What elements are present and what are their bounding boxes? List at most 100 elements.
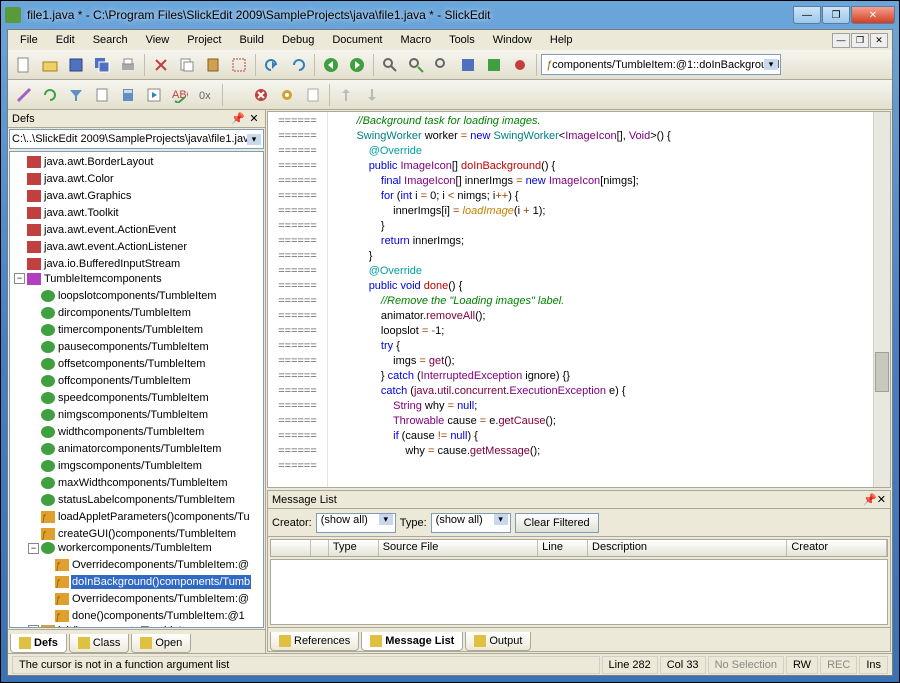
cut-icon[interactable] <box>149 53 173 77</box>
tree-method[interactable]: createGUI()components/TumbleItem <box>28 527 237 541</box>
tree-import[interactable]: java.awt.BorderLayout <box>14 155 154 169</box>
menu-project[interactable]: Project <box>179 32 229 48</box>
left-tab-class[interactable]: Class <box>69 634 130 653</box>
titlebar[interactable]: file1.java * - C:\Program Files\SlickEdi… <box>1 1 899 29</box>
menu-edit[interactable]: Edit <box>48 32 83 48</box>
tree-worker-child[interactable]: doInBackground()components/Tumb <box>42 575 251 589</box>
forward-icon[interactable] <box>345 53 369 77</box>
menu-tools[interactable]: Tools <box>441 32 483 48</box>
redo-icon[interactable] <box>286 53 310 77</box>
pin-icon[interactable]: 📌 <box>231 112 245 126</box>
minimize-button[interactable]: — <box>793 6 821 24</box>
replace-icon[interactable] <box>430 53 454 77</box>
tree-field[interactable]: statusLabelcomponents/TumbleItem <box>28 493 236 507</box>
msg-col-line[interactable]: Line <box>538 540 588 556</box>
code-editor[interactable]: ========================================… <box>267 111 891 488</box>
menu-macro[interactable]: Macro <box>393 32 440 48</box>
refresh-icon[interactable] <box>38 83 62 107</box>
wizard-icon[interactable] <box>12 83 36 107</box>
bottom-tab-message-list[interactable]: Message List <box>361 632 463 651</box>
left-tab-defs[interactable]: Defs <box>10 634 67 653</box>
editor-code[interactable]: //Background task for loading images. Sw… <box>328 112 873 487</box>
tree-class[interactable]: −TumbleItemcomponents <box>14 272 163 286</box>
paste-icon[interactable] <box>201 53 225 77</box>
spellcheck-icon[interactable]: ABC <box>168 83 192 107</box>
delete-icon[interactable] <box>249 83 273 107</box>
tree-field[interactable]: maxWidthcomponents/TumbleItem <box>28 476 229 490</box>
close-pane-icon[interactable]: ✕ <box>877 493 886 506</box>
tree-worker-child[interactable]: Overridecomponents/TumbleItem:@ <box>42 592 250 606</box>
menu-search[interactable]: Search <box>85 32 136 48</box>
doc-icon[interactable] <box>90 83 114 107</box>
msg-col-source file[interactable]: Source File <box>379 540 538 556</box>
mdi-minimize-button[interactable]: — <box>832 33 850 48</box>
mdi-close-button[interactable]: ✕ <box>870 33 888 48</box>
left-tab-open[interactable]: Open <box>131 634 191 653</box>
msg-col-blank[interactable] <box>271 540 311 556</box>
menu-debug[interactable]: Debug <box>274 32 322 48</box>
clear-filtered-button[interactable]: Clear Filtered <box>515 513 599 533</box>
menu-build[interactable]: Build <box>231 32 271 48</box>
defs-pane-title[interactable]: Defs 📌 ✕ <box>8 110 265 128</box>
msg-col-description[interactable]: Description <box>588 540 787 556</box>
doc2-icon[interactable] <box>301 83 325 107</box>
tree-import[interactable]: java.awt.event.ActionListener <box>14 240 188 254</box>
menu-file[interactable]: File <box>12 32 46 48</box>
menu-document[interactable]: Document <box>324 32 390 48</box>
hex-icon[interactable]: 0x <box>194 83 218 107</box>
commit-icon[interactable] <box>334 83 358 107</box>
tree-field[interactable]: nimgscomponents/TumbleItem <box>28 408 209 422</box>
scrollbar-thumb[interactable] <box>875 352 889 392</box>
type-select[interactable]: (show all) <box>431 513 511 533</box>
tree-field[interactable]: widthcomponents/TumbleItem <box>28 425 205 439</box>
msg-col-blank[interactable] <box>311 540 329 556</box>
calculator-icon[interactable] <box>116 83 140 107</box>
msg-col-creator[interactable]: Creator <box>787 540 887 556</box>
tree-worker-child[interactable]: done()components/TumbleItem:@1 <box>42 609 246 623</box>
tree-field[interactable]: timercomponents/TumbleItem <box>28 323 204 337</box>
select-all-icon[interactable] <box>227 53 251 77</box>
tree-field[interactable]: offcomponents/TumbleItem <box>28 374 192 388</box>
gear-icon[interactable] <box>275 83 299 107</box>
tree-import[interactable]: java.awt.event.ActionEvent <box>14 223 177 237</box>
find-next-icon[interactable] <box>404 53 428 77</box>
run-icon[interactable] <box>142 83 166 107</box>
bottom-tab-references[interactable]: References <box>270 632 359 651</box>
context-combo[interactable]: ƒ components/TumbleItem:@1::doInBackgrou… <box>541 54 781 75</box>
maximize-button[interactable]: ❐ <box>822 6 850 24</box>
update-icon[interactable] <box>360 83 384 107</box>
config-icon[interactable] <box>508 53 532 77</box>
defs-tree[interactable]: java.awt.BorderLayout java.awt.Color java.… <box>9 151 264 628</box>
new-file-icon[interactable] <box>12 53 36 77</box>
tree-field[interactable]: dircomponents/TumbleItem <box>28 306 192 320</box>
close-button[interactable]: ✕ <box>851 6 895 24</box>
tree-field[interactable]: pausecomponents/TumbleItem <box>28 340 210 354</box>
tree-import[interactable]: java.awt.Graphics <box>14 189 132 203</box>
mdi-restore-button[interactable]: ❐ <box>851 33 869 48</box>
undo-icon[interactable] <box>260 53 284 77</box>
tree-import[interactable]: java.awt.Color <box>14 172 115 186</box>
save-icon[interactable] <box>64 53 88 77</box>
menu-window[interactable]: Window <box>485 32 540 48</box>
back-icon[interactable] <box>319 53 343 77</box>
pin-icon[interactable]: 📌 <box>863 493 877 506</box>
copy-icon[interactable] <box>175 53 199 77</box>
find-in-files-icon[interactable] <box>456 53 480 77</box>
creator-select[interactable]: (show all) <box>316 513 396 533</box>
vertical-scrollbar[interactable] <box>873 112 890 487</box>
tree-worker-child[interactable]: Overridecomponents/TumbleItem:@ <box>42 558 250 572</box>
message-list-header[interactable]: TypeSource FileLineDescriptionCreator <box>270 539 888 557</box>
save-all-icon[interactable] <box>90 53 114 77</box>
tree-field[interactable]: loopslotcomponents/TumbleItem <box>28 289 218 303</box>
tree-method[interactable]: −init()components/TumbleItem <box>28 624 201 629</box>
tree-worker[interactable]: −workercomponents/TumbleItem <box>28 541 213 555</box>
find-icon[interactable] <box>378 53 402 77</box>
print-icon[interactable] <box>116 53 140 77</box>
tree-field[interactable]: speedcomponents/TumbleItem <box>28 391 210 405</box>
menu-view[interactable]: View <box>138 32 178 48</box>
bottom-tab-output[interactable]: Output <box>465 632 531 651</box>
tree-field[interactable]: imgscomponents/TumbleItem <box>28 459 203 473</box>
message-list-title[interactable]: Message List 📌 ✕ <box>268 491 890 509</box>
tree-field[interactable]: animatorcomponents/TumbleItem <box>28 442 222 456</box>
open-file-icon[interactable] <box>38 53 62 77</box>
